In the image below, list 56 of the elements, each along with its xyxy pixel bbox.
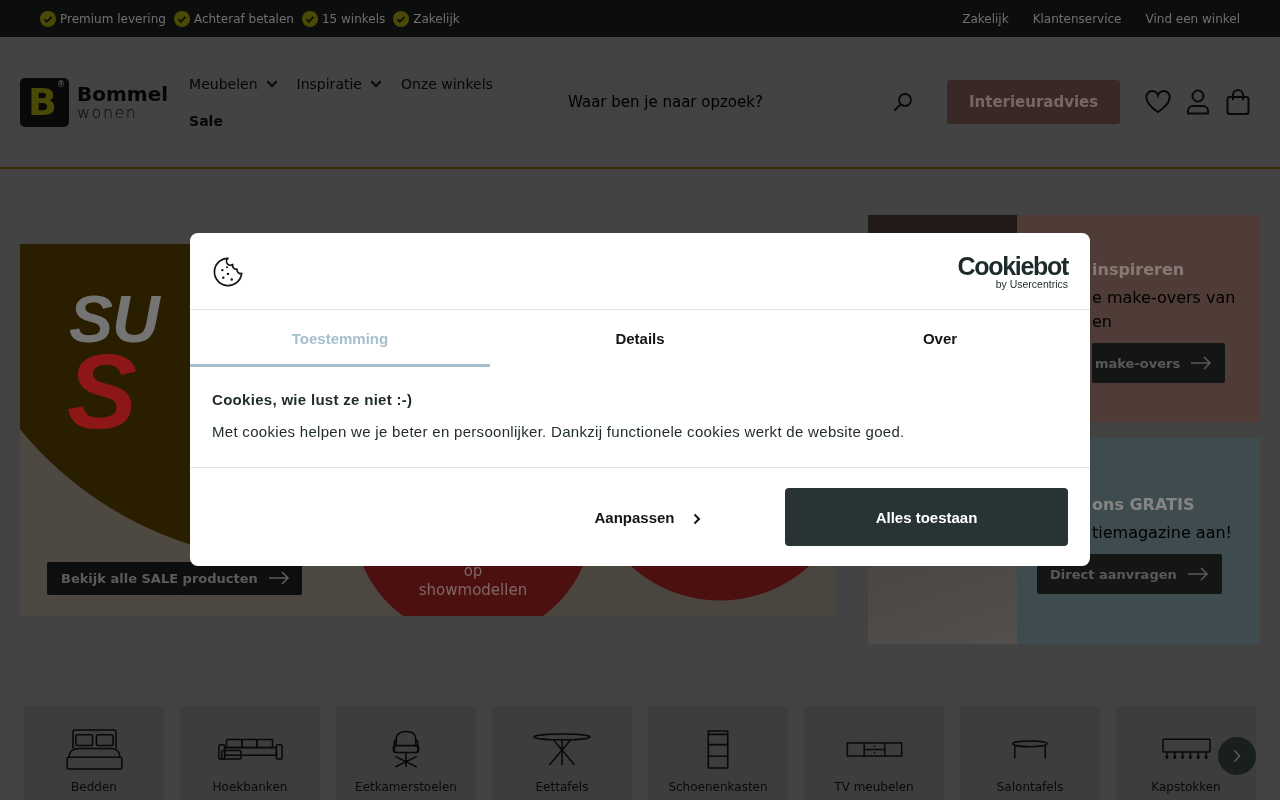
promo-text: tiemagazine aan!: [1092, 522, 1232, 544]
logo-mark[interactable]: B®: [20, 77, 69, 127]
chevron-right-icon: [1233, 749, 1241, 763]
nav-link[interactable]: Meubelen: [189, 73, 278, 94]
logo-letter: B: [28, 83, 57, 121]
round-table-icon: [532, 732, 592, 766]
chevron-right-icon: [692, 512, 701, 525]
dialog-text: Met cookies helpen we je beter en persoonlijker. Dankzij functionele cookies werkt de website goed.: [212, 422, 906, 442]
chevron-down-icon: [369, 79, 382, 88]
promo-title: inspireren: [1092, 259, 1185, 281]
usp-text: Zakelijk: [413, 11, 460, 26]
coffee-table-icon: [1011, 739, 1049, 759]
promo-title: ons GRATIS: [1092, 494, 1195, 516]
check-icon: [173, 10, 190, 27]
advice-button[interactable]: Interieuradvies: [947, 80, 1121, 124]
user-icon[interactable]: [1185, 89, 1212, 115]
top-link[interactable]: Zakelijk: [962, 11, 1009, 26]
nav-link[interactable]: Inspiratie: [296, 73, 382, 94]
nav-link[interactable]: Onze winkels: [400, 73, 493, 94]
provider-logo: Cookiebot: [957, 254, 1068, 280]
search-icon[interactable]: [893, 91, 914, 112]
check-icon: [40, 10, 56, 27]
chevron-down-icon: [265, 79, 278, 88]
badge-text: op showmodellen: [417, 561, 529, 600]
cabinet-icon: [707, 729, 729, 769]
check-icon: [301, 10, 318, 27]
promo-text: en: [1092, 311, 1112, 333]
usp-text: Premium levering: [60, 11, 166, 26]
usp-text: Achteraf betalen: [193, 11, 294, 26]
brand-name: Bommel: [77, 83, 169, 104]
promo-text: e make-overs van: [1092, 287, 1236, 309]
heart-icon[interactable]: [1145, 89, 1172, 115]
nav-link[interactable]: Sale: [189, 110, 223, 131]
promo-button[interactable]: Direct aanvragen: [1037, 554, 1222, 594]
banner-headline: S: [67, 351, 138, 432]
shopping-bag-icon[interactable]: [1225, 89, 1252, 115]
brand-tagline: wonen: [77, 104, 139, 121]
arrow-right-icon: [267, 571, 290, 585]
coat-rack-icon: [1161, 738, 1211, 760]
banner-headline: SU: [69, 285, 159, 352]
cookie-icon: [212, 256, 244, 288]
dialog-heading: Cookies, wie lust ze niet :-): [212, 390, 414, 410]
bed-icon: [64, 727, 124, 771]
accept-all-button[interactable]: Alles toestaan: [785, 488, 1068, 546]
provider-tagline: by Usercentrics: [995, 279, 1068, 290]
top-link[interactable]: Klantenservice: [1032, 11, 1122, 26]
check-icon: [393, 10, 410, 27]
sale-products-button[interactable]: Bekijk alle SALE producten: [47, 561, 302, 595]
arrow-right-icon: [1186, 567, 1209, 581]
promo-button[interactable]: make-overs: [1092, 343, 1226, 383]
arrow-right-icon: [1190, 356, 1213, 370]
registered-mark: ®: [57, 80, 65, 89]
tv-stand-icon: [844, 741, 904, 757]
top-link[interactable]: Vind een winkel: [1145, 11, 1240, 26]
corner-sofa-icon: [216, 737, 284, 761]
usp-text: 15 winkels: [321, 11, 386, 26]
